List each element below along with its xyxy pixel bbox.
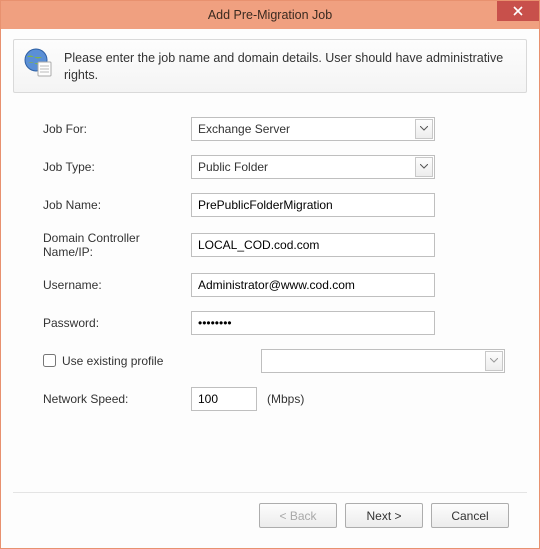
network-speed-input[interactable] <box>191 387 257 411</box>
domain-controller-input[interactable] <box>191 233 435 257</box>
cancel-button[interactable]: Cancel <box>431 503 509 528</box>
close-icon <box>513 5 523 18</box>
row-password: Password: <box>43 311 505 335</box>
label-password: Password: <box>43 316 191 330</box>
job-for-value: Exchange Server <box>198 122 290 136</box>
password-input[interactable] <box>191 311 435 335</box>
dialog-window: Add Pre-Migration Job Please enter the <box>0 0 540 549</box>
row-username: Username: <box>43 273 505 297</box>
label-username: Username: <box>43 278 191 292</box>
chevron-down-icon <box>415 157 433 177</box>
label-use-existing-profile: Use existing profile <box>62 354 163 368</box>
row-use-existing-profile: Use existing profile <box>43 349 505 373</box>
job-type-value: Public Folder <box>198 160 268 174</box>
row-job-type: Job Type: Public Folder <box>43 155 505 179</box>
back-button[interactable]: < Back <box>259 503 337 528</box>
footer-buttons: < Back Next > Cancel <box>13 493 527 540</box>
label-network-speed: Network Speed: <box>43 392 191 406</box>
instruction-text: Please enter the job name and domain det… <box>64 48 516 84</box>
label-job-type: Job Type: <box>43 160 191 174</box>
label-job-name: Job Name: <box>43 198 191 212</box>
label-dc: Domain Controller Name/IP: <box>43 231 191 259</box>
window-title: Add Pre-Migration Job <box>208 8 332 22</box>
row-job-for: Job For: Exchange Server <box>43 117 505 141</box>
globe-document-icon <box>24 48 54 78</box>
existing-profile-dropdown[interactable] <box>261 349 505 373</box>
chevron-down-icon <box>485 351 503 371</box>
username-input[interactable] <box>191 273 435 297</box>
dialog-body: Please enter the job name and domain det… <box>1 29 539 548</box>
row-dc: Domain Controller Name/IP: <box>43 231 505 259</box>
row-network-speed: Network Speed: (Mbps) <box>43 387 505 411</box>
close-button[interactable] <box>497 1 539 21</box>
row-job-name: Job Name: <box>43 193 505 217</box>
job-for-dropdown[interactable]: Exchange Server <box>191 117 435 141</box>
next-button[interactable]: Next > <box>345 503 423 528</box>
use-existing-profile-checkbox[interactable] <box>43 354 56 367</box>
job-name-input[interactable] <box>191 193 435 217</box>
instruction-banner: Please enter the job name and domain det… <box>13 39 527 93</box>
label-job-for: Job For: <box>43 122 191 136</box>
form-area: Job For: Exchange Server Job Type: Publi… <box>13 93 527 425</box>
job-type-dropdown[interactable]: Public Folder <box>191 155 435 179</box>
titlebar: Add Pre-Migration Job <box>1 1 539 29</box>
network-speed-units: (Mbps) <box>267 392 304 406</box>
chevron-down-icon <box>415 119 433 139</box>
